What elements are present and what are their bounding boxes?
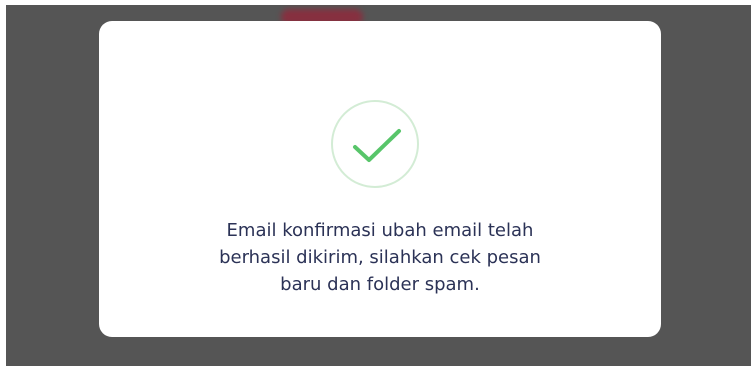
dialog-message-line: berhasil dikirim, silahkan cek pesan xyxy=(219,247,541,268)
dialog-message-line: baru dan folder spam. xyxy=(280,274,480,295)
dialog-message-line: Email konfirmasi ubah email telah xyxy=(226,220,534,241)
checkmark-icon xyxy=(353,129,401,162)
success-badge xyxy=(331,100,419,188)
dialog-message: Email konfirmasi ubah email telah berhas… xyxy=(139,217,621,298)
success-dialog: Email konfirmasi ubah email telah berhas… xyxy=(99,21,661,337)
screen: Email konfirmasi ubah email telah berhas… xyxy=(0,0,753,367)
modal-backdrop[interactable]: Email konfirmasi ubah email telah berhas… xyxy=(6,5,751,366)
